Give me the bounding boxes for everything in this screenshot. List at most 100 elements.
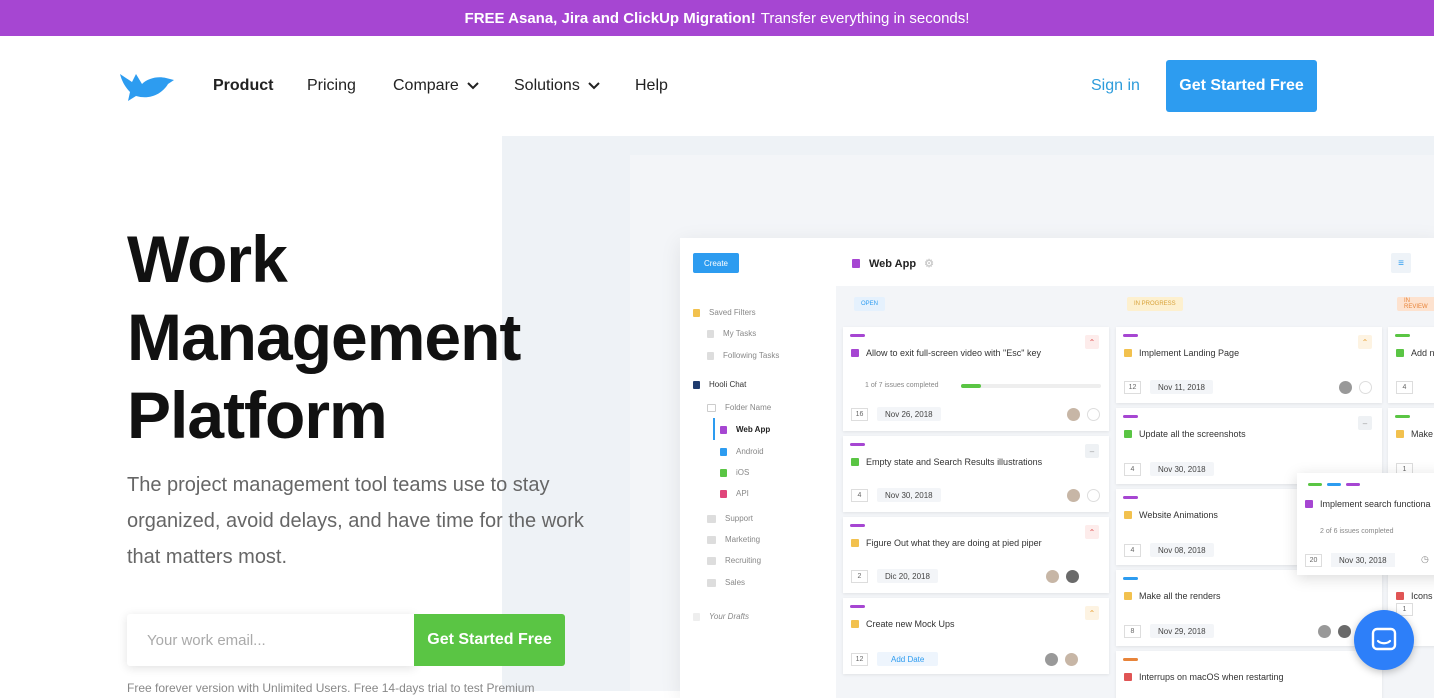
label-bar [1308,483,1322,486]
task-progress: 1 of 7 issues completed [865,382,939,389]
task-type-icon [1124,430,1132,438]
promo-banner[interactable]: FREE Asana, Jira and ClickUp Migration! … [0,0,1434,36]
sidebar-ios[interactable]: iOS [720,468,749,477]
task-type-icon [1305,500,1313,508]
dragged-task-card[interactable]: Implement search functiona 2 of 6 issues… [1297,473,1434,575]
sidebar-folder[interactable]: Folder Name [707,403,771,412]
sidebar-my-tasks[interactable]: My Tasks [707,329,756,338]
label-bar [1346,483,1360,486]
priority-medium-icon: ⌃ [1085,606,1099,620]
task-title: Icons [1411,591,1433,601]
task-number: 12 [1124,381,1141,394]
label-bar [1123,496,1138,499]
avatar-placeholder[interactable] [1359,381,1372,394]
task-title: Interrups on macOS when restarting [1139,672,1284,682]
task-date[interactable]: Nov 30, 2018 [877,488,941,502]
doc-icon [720,489,727,498]
hero-title: Work Management Platform [127,220,521,454]
task-type-icon [1124,592,1132,600]
task-card[interactable]: – Empty state and Search Results illustr… [843,436,1109,512]
task-title: Add n [1411,348,1434,358]
gear-icon[interactable]: ⚙ [924,257,934,270]
sidebar-android[interactable]: Android [720,447,764,456]
task-number: 8 [1124,625,1141,638]
sidebar-web-app[interactable]: Web App [720,425,770,434]
nav-pricing[interactable]: Pricing [307,77,356,95]
sidebar-workspace[interactable]: Hooli Chat [693,380,746,389]
task-date[interactable]: Nov 26, 2018 [877,407,941,421]
task-number: 16 [851,408,868,421]
folder-icon [707,535,716,544]
sidebar-drafts[interactable]: Your Drafts [693,612,749,621]
filter-icon[interactable]: ≡ [1391,253,1411,273]
task-type-icon [1396,592,1404,600]
sidebar-api[interactable]: API [720,489,749,498]
task-card[interactable]: Add n 4 [1388,327,1434,403]
sign-in-link[interactable]: Sign in [1091,77,1140,95]
priority-medium-icon: ⌃ [1358,335,1372,349]
task-title: Allow to exit full-screen video with "Es… [866,348,1041,358]
folder-icon [707,514,716,523]
nav-help[interactable]: Help [635,77,668,95]
avatar [1066,570,1079,583]
nav-compare[interactable]: Compare [393,77,479,95]
nav-solutions[interactable]: Solutions [514,77,600,95]
task-date[interactable]: Nov 30, 2018 [1331,553,1395,567]
task-card[interactable]: ⌃ Figure Out what they are doing at pied… [843,517,1109,593]
task-date[interactable]: Nov 30, 2018 [1150,462,1214,476]
avatar-placeholder[interactable] [1087,408,1100,421]
task-date[interactable]: Nov 29, 2018 [1150,624,1214,638]
task-title: Empty state and Search Results illustrat… [866,457,1043,467]
bird-logo-icon[interactable] [118,68,176,102]
task-type-icon [851,349,859,357]
sidebar-following[interactable]: Following Tasks [707,351,779,360]
avatar [1338,625,1351,638]
task-title: Implement Landing Page [1139,348,1240,358]
doc-icon [707,351,714,360]
task-card[interactable]: ⌃ Implement Landing Page 12 Nov 11, 2018 [1116,327,1382,403]
label-bar [1395,334,1410,337]
hero-title-line: Management [127,300,521,374]
task-type-icon [1124,511,1132,519]
priority-low-icon: – [1358,416,1372,430]
label-bar [1327,483,1341,486]
task-date[interactable]: Dic 20, 2018 [877,569,938,583]
task-date[interactable]: Nov 08, 2018 [1150,543,1214,557]
label-bar [1123,658,1138,661]
folder-icon [707,556,716,565]
workspace-icon [693,380,700,389]
app-screenshot: Create Saved Filters My Tasks Following … [680,238,1434,698]
column-tag-in-review: IN REVIEW [1397,297,1434,311]
nav-product[interactable]: Product [213,77,273,95]
sidebar-sales[interactable]: Sales [707,578,745,587]
task-number: 2 [851,570,868,583]
get-started-button[interactable]: Get Started Free [1166,60,1317,112]
task-date[interactable]: Nov 11, 2018 [1150,380,1213,394]
label-bar [850,334,865,337]
sidebar-support[interactable]: Support [707,514,753,523]
task-card[interactable]: ⌃ Allow to exit full-screen video with "… [843,327,1109,431]
doc-icon [707,329,714,338]
chat-launcher[interactable] [1354,610,1414,670]
task-number: 4 [851,489,868,502]
column-tag-open: OPEN [854,297,886,311]
task-title: Update all the screenshots [1139,429,1246,439]
sidebar-saved-filters[interactable]: Saved Filters [693,308,756,317]
email-input[interactable]: Your work email... [127,614,415,666]
app-sidebar: Create Saved Filters My Tasks Following … [680,238,836,698]
chevron-down-icon [588,82,600,90]
sidebar-recruiting[interactable]: Recruiting [707,556,761,565]
hero-get-started-button[interactable]: Get Started Free [414,614,565,666]
create-button[interactable]: Create [693,253,739,273]
add-date-button[interactable]: Add Date [877,652,939,666]
fine-print: Free forever version with Unlimited User… [127,681,535,695]
avatar-placeholder[interactable] [1087,489,1100,502]
task-number: 4 [1124,544,1141,557]
task-card[interactable]: ⌃ Create new Mock Ups 12 Add Date [843,598,1109,674]
sidebar-marketing[interactable]: Marketing [707,535,760,544]
folder-icon [707,403,716,412]
task-title: Website Animations [1139,510,1218,520]
banner-bold-text: FREE Asana, Jira and ClickUp Migration! [464,9,756,27]
task-card[interactable]: Make all the renders 8 Nov 29, 2018 [1116,570,1382,646]
avatar [1318,625,1331,638]
